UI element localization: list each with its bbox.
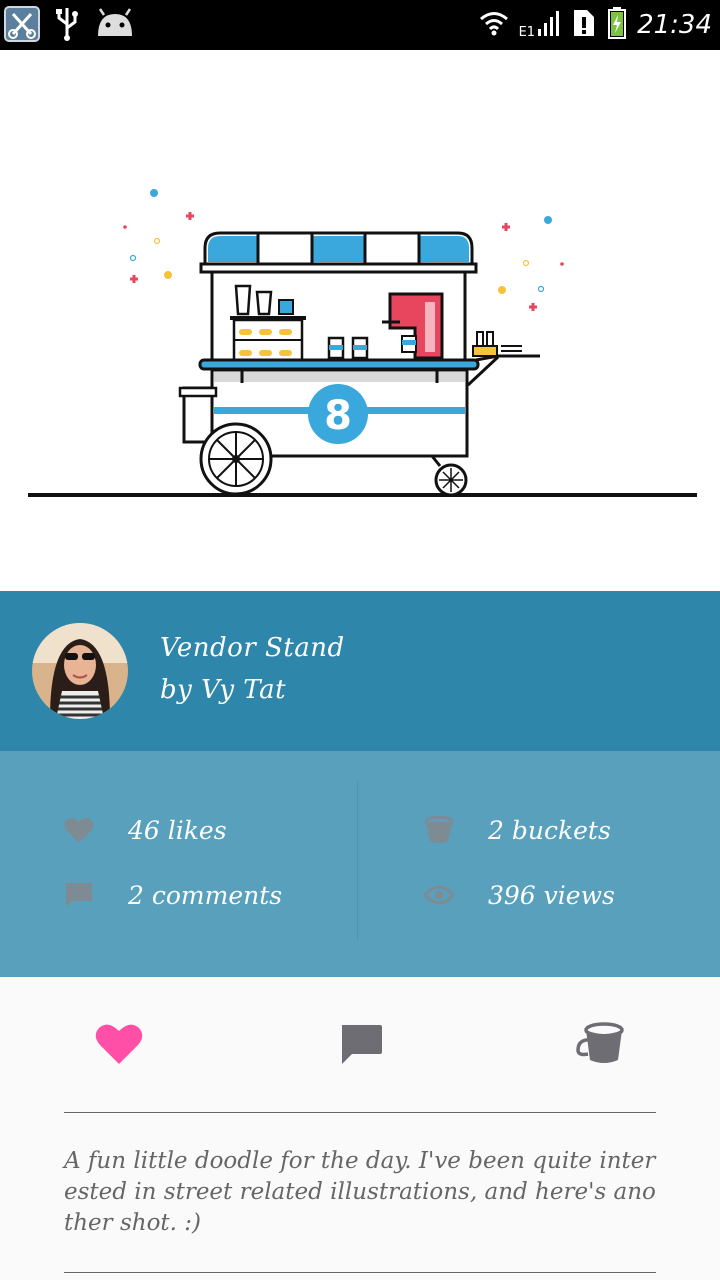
like-button[interactable] — [93, 1020, 145, 1072]
status-bar: E1 21:34 — [0, 0, 720, 50]
bucket-button[interactable] — [573, 1020, 625, 1072]
sim-alert-icon — [571, 7, 597, 43]
stats-panel — [0, 751, 720, 977]
views-stat: 396 views — [424, 880, 615, 910]
signal-icon — [537, 9, 561, 41]
divider-top — [64, 1112, 656, 1113]
divider-bottom — [64, 1272, 656, 1273]
bucket-icon — [424, 815, 454, 845]
app-scissors-icon — [4, 6, 40, 46]
battery-charging-icon — [607, 6, 627, 44]
shot-title: Vendor Stand — [160, 633, 345, 663]
comment-icon — [339, 1023, 383, 1069]
views-count: 396 views — [488, 880, 615, 910]
shot-description: A fun little doodle for the day. I've be… — [64, 1148, 656, 1236]
stats-divider — [357, 781, 358, 941]
shot-author-link[interactable]: by Vy Tat — [160, 675, 286, 705]
comment-button[interactable] — [335, 1020, 387, 1072]
avatar[interactable] — [32, 623, 128, 719]
heart-icon — [64, 815, 94, 845]
usb-icon — [54, 6, 80, 46]
eye-icon — [424, 880, 454, 910]
buckets-count: 2 buckets — [488, 815, 611, 845]
likes-stat[interactable]: 46 likes — [64, 815, 227, 845]
comments-count: 2 comments — [128, 880, 283, 910]
bucket-icon — [574, 1022, 624, 1070]
like-icon — [95, 1022, 143, 1070]
android-icon — [94, 8, 136, 44]
network-type-label: E1 — [518, 24, 536, 40]
buckets-stat[interactable]: 2 buckets — [424, 815, 611, 845]
comment-icon — [64, 880, 94, 910]
likes-count: 46 likes — [128, 815, 227, 845]
wifi-icon — [479, 8, 509, 42]
clock: 21:34 — [637, 10, 712, 40]
shot-image[interactable]: 8 — [0, 50, 720, 591]
badge-number: 8 — [324, 393, 352, 439]
comments-stat[interactable]: 2 comments — [64, 880, 282, 910]
vendor-cart-illustration: 8 — [28, 189, 697, 497]
